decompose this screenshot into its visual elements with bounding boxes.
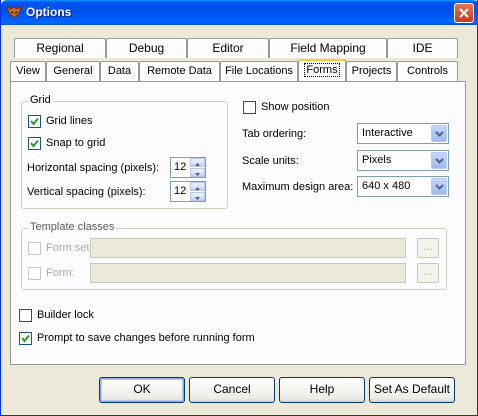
dropdown-button[interactable] bbox=[431, 178, 447, 195]
form-input[interactable] bbox=[90, 263, 406, 283]
ok-button[interactable]: OK bbox=[99, 377, 185, 403]
tab-ide[interactable]: IDE bbox=[387, 38, 458, 58]
tab-label: View bbox=[16, 65, 40, 77]
max-design-area-label: Maximum design area: bbox=[242, 181, 354, 193]
tab-label: Forms bbox=[304, 63, 340, 77]
tab-projects[interactable]: Projects bbox=[346, 61, 397, 81]
horizontal-spacing-spinner[interactable]: 12 bbox=[170, 157, 206, 178]
tab-label: Debug bbox=[128, 41, 165, 55]
grid-group: Grid Grid lines Snap to grid Horizontal … bbox=[21, 94, 228, 209]
tab-controls[interactable]: Controls bbox=[397, 61, 458, 81]
show-position-checkbox[interactable] bbox=[243, 101, 256, 114]
fox-app-icon bbox=[6, 4, 22, 19]
chevron-up-icon bbox=[195, 187, 200, 190]
show-position-label[interactable]: Show position bbox=[261, 101, 330, 113]
form-set-label[interactable]: Form set: bbox=[46, 242, 92, 254]
spin-down-button[interactable] bbox=[190, 192, 205, 201]
template-classes-legend: Template classes bbox=[28, 221, 117, 233]
builder-lock-label[interactable]: Builder lock bbox=[37, 309, 94, 321]
tab-forms[interactable]: Forms bbox=[298, 59, 346, 81]
snap-to-grid-label[interactable]: Snap to grid bbox=[46, 137, 105, 149]
tab-general[interactable]: General bbox=[46, 61, 100, 81]
form-browse-button[interactable]: ... bbox=[417, 263, 439, 283]
checkmark-icon bbox=[30, 117, 39, 126]
tab-ordering-select[interactable]: Interactive bbox=[357, 123, 449, 144]
tab-data[interactable]: Data bbox=[100, 61, 139, 81]
scale-units-label: Scale units: bbox=[242, 155, 299, 167]
prompt-to-save-checkbox[interactable] bbox=[19, 332, 32, 345]
checkmark-icon bbox=[21, 334, 30, 343]
close-button[interactable] bbox=[454, 3, 474, 23]
chevron-down-icon bbox=[435, 184, 444, 190]
tab-label: Data bbox=[107, 65, 132, 77]
tab-file-locations[interactable]: File Locations bbox=[220, 61, 298, 81]
form-set-checkbox[interactable] bbox=[28, 242, 41, 255]
tab-ordering-value: Interactive bbox=[362, 127, 413, 139]
window-title: Options bbox=[26, 5, 72, 19]
dropdown-button[interactable] bbox=[431, 152, 447, 169]
checkmark-icon bbox=[30, 139, 39, 148]
tab-label: File Locations bbox=[225, 65, 293, 77]
cancel-button[interactable]: Cancel bbox=[189, 377, 275, 403]
chevron-down-icon bbox=[195, 173, 200, 176]
scale-units-value: Pixels bbox=[362, 154, 392, 166]
vertical-spacing-spinner[interactable]: 12 bbox=[170, 181, 206, 202]
snap-to-grid-checkbox[interactable] bbox=[28, 137, 41, 150]
tab-label: Field Mapping bbox=[290, 41, 366, 55]
tab-regional[interactable]: Regional bbox=[14, 38, 106, 58]
tab-remote-data[interactable]: Remote Data bbox=[139, 61, 220, 81]
prompt-to-save-label[interactable]: Prompt to save changes before running fo… bbox=[37, 332, 255, 344]
tab-label: General bbox=[53, 65, 93, 77]
chevron-down-icon bbox=[435, 158, 444, 164]
dropdown-button[interactable] bbox=[431, 125, 447, 142]
builder-lock-checkbox[interactable] bbox=[19, 309, 32, 322]
horizontal-spacing-value: 12 bbox=[174, 161, 187, 173]
tab-editor[interactable]: Editor bbox=[187, 38, 269, 58]
help-button[interactable]: Help bbox=[279, 377, 365, 403]
form-checkbox[interactable] bbox=[28, 267, 41, 280]
tab-label: Remote Data bbox=[147, 65, 212, 77]
spin-up-button[interactable] bbox=[190, 158, 205, 167]
grid-lines-label[interactable]: Grid lines bbox=[46, 115, 92, 127]
scale-units-select[interactable]: Pixels bbox=[357, 150, 449, 171]
title-bar[interactable]: Options bbox=[1, 0, 478, 25]
tab-label: Projects bbox=[351, 65, 392, 77]
chevron-up-icon bbox=[195, 163, 200, 166]
template-classes-group: Template classes Form set: ... Form: ... bbox=[21, 221, 447, 290]
tab-debug[interactable]: Debug bbox=[106, 38, 187, 58]
form-label[interactable]: Form: bbox=[46, 267, 75, 279]
chevron-down-icon bbox=[195, 197, 200, 200]
options-dialog: Options Regional Debug Editor Field Mapp… bbox=[0, 0, 478, 416]
spin-down-button[interactable] bbox=[190, 168, 205, 177]
tab-label: Controls bbox=[407, 65, 448, 77]
max-design-area-select[interactable]: 640 x 480 bbox=[357, 176, 449, 197]
tab-label: Editor bbox=[212, 41, 244, 55]
forms-tab-panel: Grid Grid lines Snap to grid Horizontal … bbox=[10, 81, 466, 365]
grid-group-legend: Grid bbox=[28, 94, 53, 106]
horizontal-spacing-label: Horizontal spacing (pixels): bbox=[27, 162, 160, 174]
vertical-spacing-label: Vertical spacing (pixels): bbox=[27, 186, 146, 198]
spin-up-button[interactable] bbox=[190, 182, 205, 191]
tab-ordering-label: Tab ordering: bbox=[242, 128, 307, 140]
form-set-browse-button[interactable]: ... bbox=[417, 238, 439, 258]
form-set-input[interactable] bbox=[90, 238, 406, 258]
set-as-default-button[interactable]: Set As Default bbox=[369, 377, 455, 403]
close-icon bbox=[459, 8, 469, 18]
chevron-down-icon bbox=[435, 131, 444, 137]
tab-field-mapping[interactable]: Field Mapping bbox=[269, 38, 387, 58]
tab-label: IDE bbox=[412, 41, 433, 55]
vertical-spacing-value: 12 bbox=[174, 185, 187, 197]
tab-view[interactable]: View bbox=[10, 61, 46, 81]
max-design-area-value: 640 x 480 bbox=[362, 180, 411, 192]
grid-lines-checkbox[interactable] bbox=[28, 115, 41, 128]
tab-label: Regional bbox=[36, 41, 84, 55]
